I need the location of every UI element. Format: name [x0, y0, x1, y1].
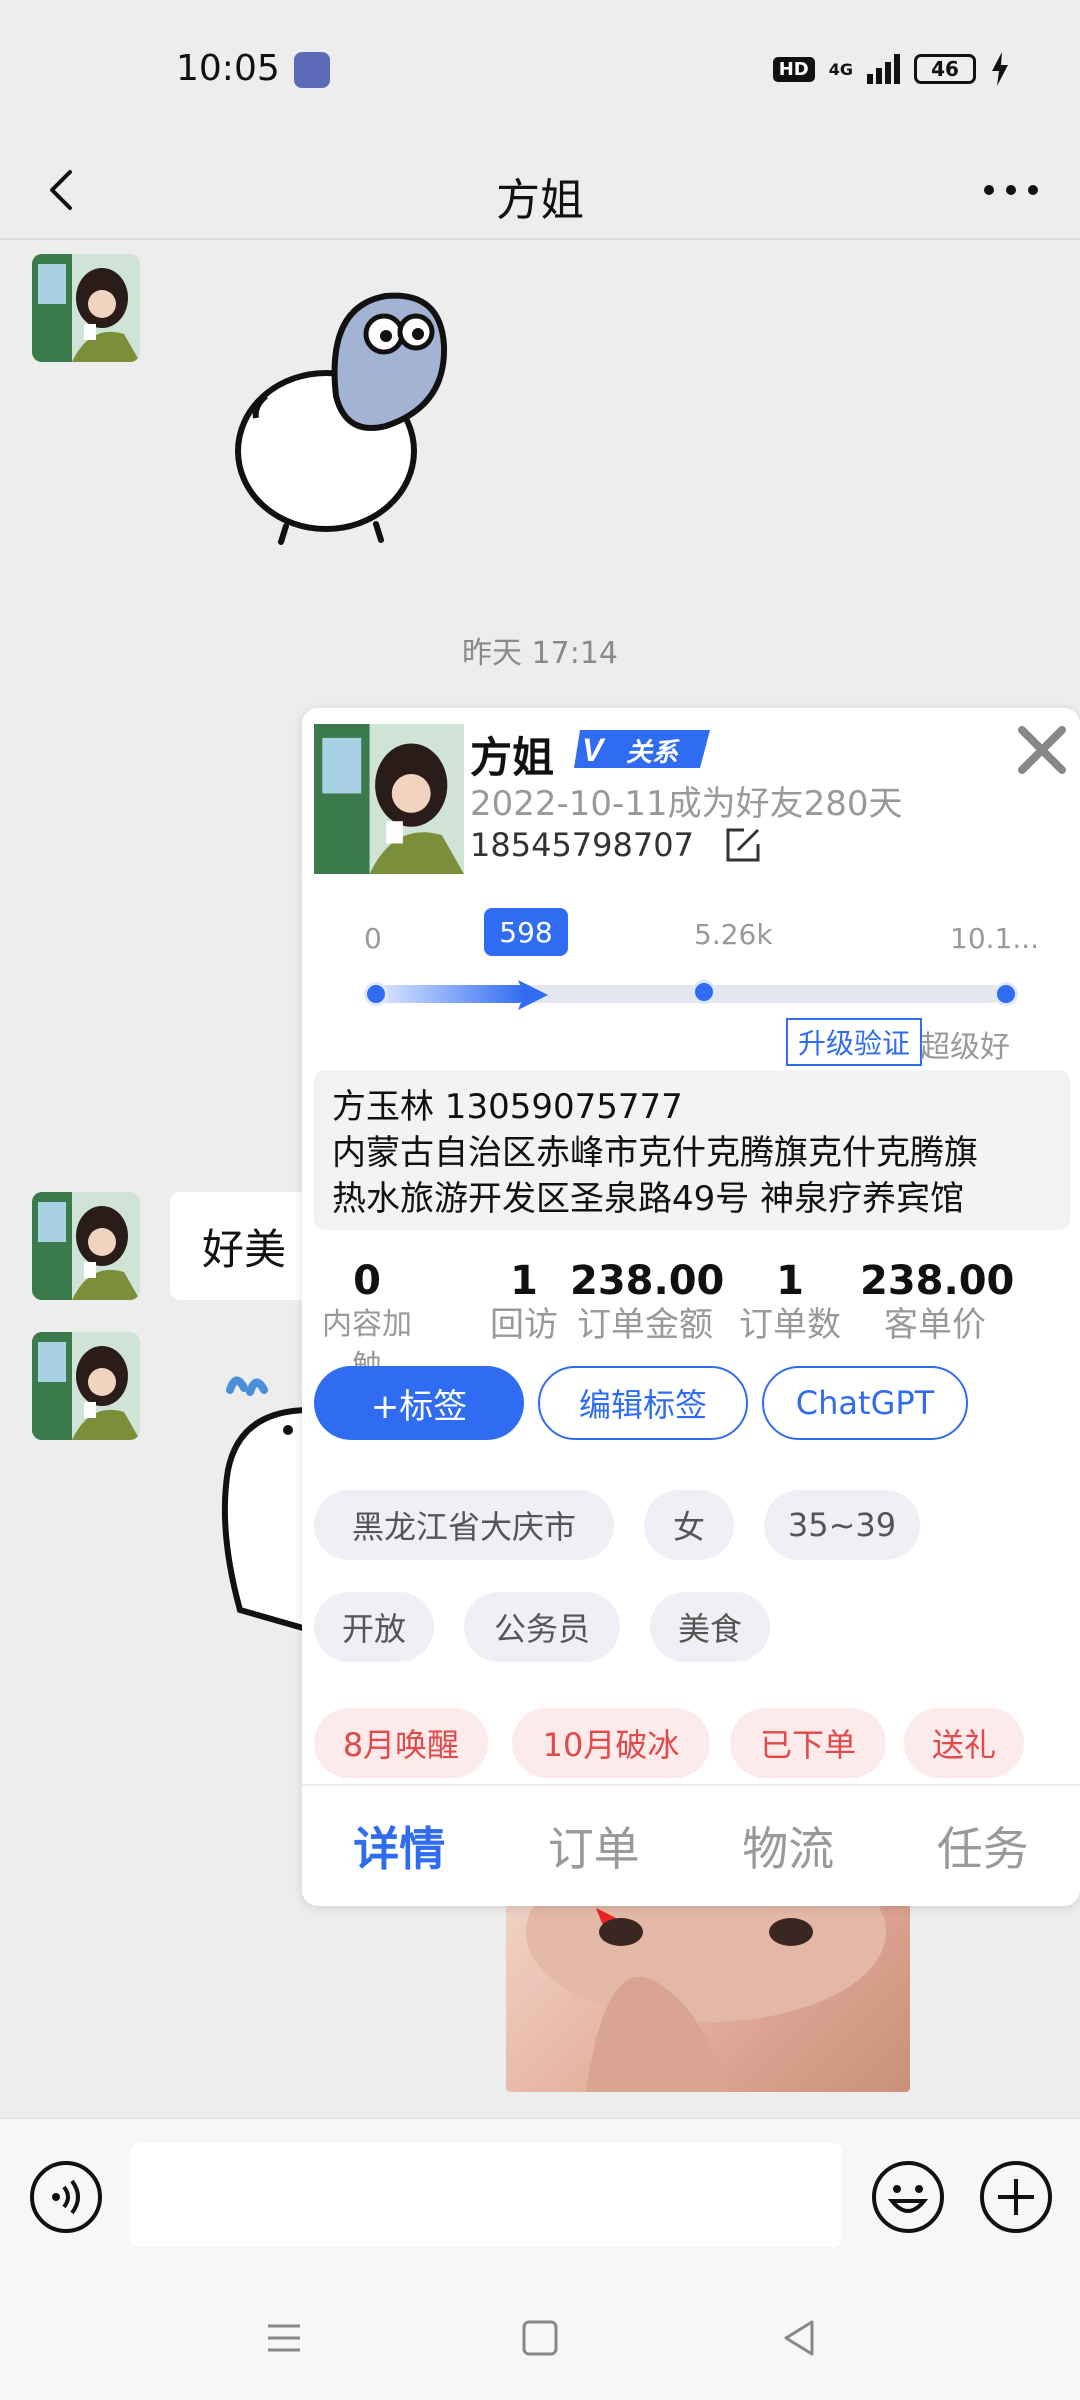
address-line: 热水旅游开发区圣泉路49号 神泉疗养宾馆 [332, 1179, 965, 1219]
friend-since: 2022-10-11成为好友280天 [470, 784, 903, 824]
chat-header: 方姐 [0, 140, 1080, 240]
battery-icon: 46 [914, 54, 976, 84]
tab-logistics[interactable]: 物流 [691, 1786, 886, 1906]
status-bar: 10:05 HD 4G 46 [0, 0, 1080, 140]
header-divider [0, 238, 1080, 240]
voice-icon[interactable] [28, 2159, 104, 2235]
hd-icon: HD [772, 56, 815, 82]
progress-dot-end [994, 982, 1018, 1006]
relationship-badge[interactable]: V 关系 [574, 730, 710, 768]
plus-icon[interactable] [978, 2159, 1054, 2235]
tick-start: 0 [364, 922, 382, 955]
tag-row: 黑龙江省大庆市 女 35~39 [314, 1490, 920, 1560]
status-indicators: HD 4G 46 [772, 52, 1010, 86]
tab-tasks[interactable]: 任务 [886, 1786, 1080, 1906]
tag-chip[interactable]: 女 [644, 1490, 734, 1560]
menu-nav-icon[interactable] [262, 2316, 306, 2360]
message-input-bar [0, 2118, 1080, 2276]
home-nav-icon[interactable] [518, 2316, 562, 2360]
sticker-bird[interactable] [226, 286, 476, 546]
status-tag-row: 8月唤醒 10月破冰 已下单 送礼 [314, 1708, 1024, 1778]
customer-info-card: 方姐 V 关系 2022-10-11成为好友280天 18545798707 5… [302, 708, 1080, 1906]
progress-value: 598 [484, 908, 568, 956]
edit-tag-button[interactable]: 编辑标签 [538, 1366, 748, 1440]
card-tabs: 详情 订单 物流 任务 [302, 1786, 1080, 1906]
relationship-progress: 5.26k 0 10.1... 598 升级验证 超级好友 [352, 908, 1039, 1109]
card-avatar[interactable] [314, 724, 464, 874]
add-tag-button[interactable]: +标签 [314, 1366, 524, 1440]
charging-icon [992, 52, 1008, 86]
tag-chip[interactable]: 美食 [650, 1592, 770, 1662]
back-nav-icon[interactable] [778, 2316, 822, 2360]
more-icon[interactable] [976, 162, 1046, 218]
phone-number: 18545798707 [470, 826, 694, 864]
phone-row: 18545798707 [470, 826, 762, 864]
message-input[interactable] [130, 2143, 842, 2247]
tag-chip[interactable]: 黑龙江省大庆市 [314, 1490, 614, 1560]
tick-end: 10.1... [950, 922, 1040, 955]
svg-text:V: V [582, 732, 606, 768]
progress-dot-start [364, 982, 388, 1006]
contact-avatar[interactable] [32, 254, 140, 362]
progress-track [376, 985, 1002, 1003]
emoji-icon[interactable] [870, 2159, 946, 2235]
tag-chip[interactable]: 35~39 [764, 1490, 920, 1560]
tab-details[interactable]: 详情 [302, 1786, 497, 1906]
status-tag-chip[interactable]: 8月唤醒 [314, 1708, 488, 1778]
status-tag-chip[interactable]: 10月破冰 [512, 1708, 710, 1778]
address-box[interactable]: 方玉林 13059075777 内蒙古自治区赤峰市克什克腾旗克什克腾旗 热水旅游… [314, 1070, 1070, 1230]
tag-row: 开放 公务员 美食 [314, 1592, 770, 1662]
edit-icon[interactable] [724, 826, 762, 864]
progress-fill [376, 985, 526, 1003]
contact-avatar[interactable] [32, 1192, 140, 1300]
time-divider: 昨天 17:14 [462, 636, 618, 671]
system-nav-bar [0, 2276, 1080, 2400]
close-icon[interactable] [1014, 722, 1070, 778]
upgrade-verify-button[interactable]: 升级验证 [786, 1018, 923, 1066]
network-type: 4G [828, 59, 853, 79]
notification-app-icon [294, 52, 330, 88]
progress-dot-mid [692, 980, 716, 1004]
tick-mid: 5.26k [694, 918, 773, 951]
address-line: 内蒙古自治区赤峰市克什克腾旗克什克腾旗 [332, 1133, 978, 1173]
photo-message[interactable] [506, 1892, 910, 2092]
action-row: +标签 编辑标签 ChatGPT [314, 1366, 968, 1440]
receiver-line: 方玉林 13059075777 [332, 1087, 683, 1127]
relationship-badge-label: 关系 [626, 738, 679, 768]
signal-icon [867, 54, 900, 84]
status-tag-chip[interactable]: 送礼 [904, 1708, 1024, 1778]
page-title: 方姐 [496, 175, 584, 226]
progress-pointer-icon [518, 980, 548, 1010]
status-time: 10:05 [176, 48, 280, 89]
tab-orders[interactable]: 订单 [497, 1786, 692, 1906]
status-tag-chip[interactable]: 已下单 [730, 1708, 886, 1778]
contact-avatar[interactable] [32, 1332, 140, 1440]
sticker-ghost[interactable] [210, 1370, 310, 1640]
tag-chip[interactable]: 开放 [314, 1592, 434, 1662]
tag-chip[interactable]: 公务员 [464, 1592, 620, 1662]
chatgpt-button[interactable]: ChatGPT [762, 1366, 968, 1440]
